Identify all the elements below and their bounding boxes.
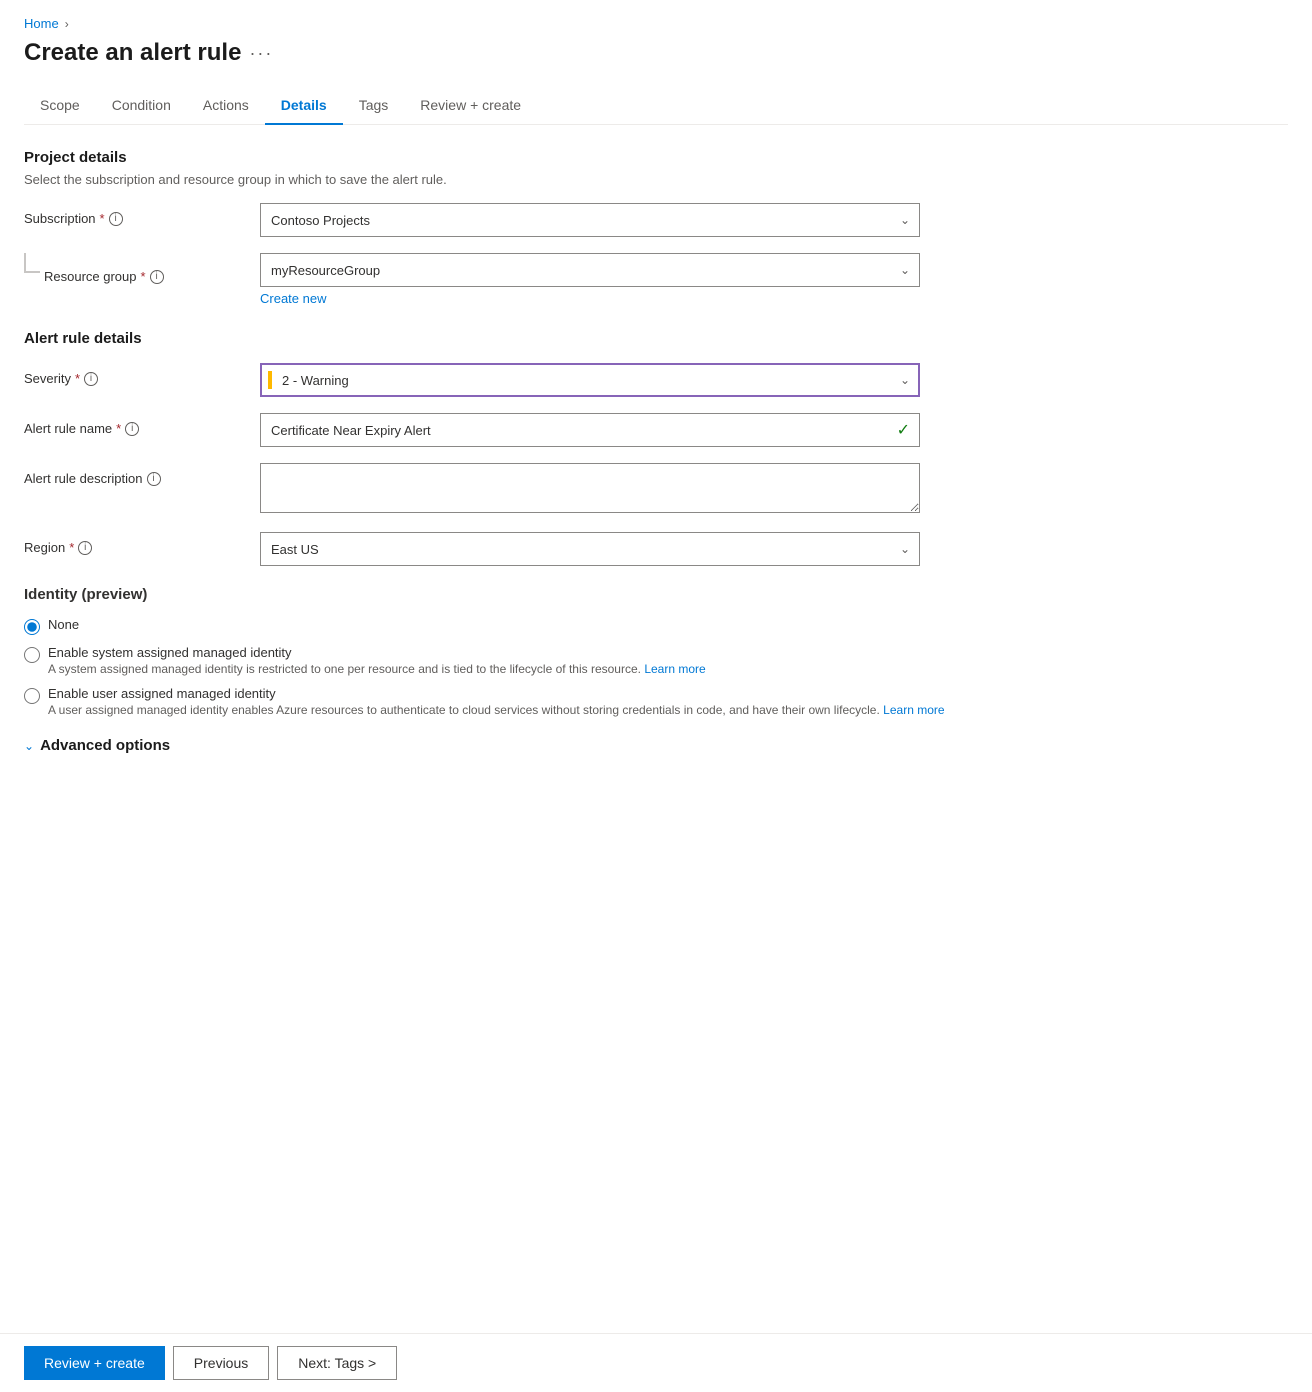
- identity-system-radio[interactable]: [24, 647, 40, 663]
- severity-control: 2 - Warning 0 - Critical 1 - Error 3 - I…: [260, 363, 920, 397]
- subscription-select[interactable]: Contoso Projects: [260, 203, 920, 237]
- alert-rule-name-info-icon[interactable]: i: [125, 422, 139, 436]
- subscription-select-wrapper: Contoso Projects ⌄: [260, 203, 920, 237]
- resource-group-label-area: Resource group * i: [24, 253, 244, 284]
- subscription-row: Subscription * i Contoso Projects ⌄: [24, 203, 1288, 237]
- alert-rule-name-label: Alert rule name * i: [24, 413, 244, 436]
- identity-system-desc: A system assigned managed identity is re…: [48, 662, 706, 676]
- alert-rule-description-control: [260, 463, 920, 516]
- identity-none-radio[interactable]: [24, 619, 40, 635]
- project-details-title: Project details: [24, 149, 1288, 166]
- tab-scope[interactable]: Scope: [24, 87, 96, 125]
- breadcrumb: Home ›: [24, 16, 1288, 31]
- alert-rule-description-row: Alert rule description i: [24, 463, 1288, 516]
- identity-none-label-area: None: [48, 617, 79, 632]
- subscription-required: *: [100, 211, 105, 226]
- identity-user-learn-more-link[interactable]: Learn more: [883, 703, 944, 717]
- identity-section: Identity (preview) None Enable system as…: [24, 586, 1288, 717]
- resource-group-control: myResourceGroup ⌄ Create new: [260, 253, 920, 306]
- previous-button[interactable]: Previous: [173, 1346, 269, 1380]
- severity-info-icon[interactable]: i: [84, 372, 98, 386]
- footer: Review + create Previous Next: Tags >: [0, 1333, 1312, 1392]
- project-details-desc: Select the subscription and resource gro…: [24, 172, 1288, 187]
- create-new-link[interactable]: Create new: [260, 291, 326, 306]
- next-tags-button[interactable]: Next: Tags >: [277, 1346, 397, 1380]
- breadcrumb-separator: ›: [65, 17, 69, 31]
- advanced-options-label: Advanced options: [40, 737, 170, 754]
- region-label: Region * i: [24, 532, 244, 555]
- identity-none-item: None: [24, 617, 1288, 635]
- region-info-icon[interactable]: i: [78, 541, 92, 555]
- severity-required: *: [75, 371, 80, 386]
- resource-group-row: Resource group * i myResourceGroup ⌄ Cre…: [24, 253, 1288, 306]
- identity-radio-group: None Enable system assigned managed iden…: [24, 617, 1288, 717]
- alert-rule-name-required: *: [116, 421, 121, 436]
- page-title-area: Create an alert rule ···: [24, 39, 1288, 67]
- alert-rule-description-info-icon[interactable]: i: [147, 472, 161, 486]
- identity-system-label-area: Enable system assigned managed identity …: [48, 645, 706, 676]
- advanced-options-chevron-icon: ⌄: [24, 739, 34, 753]
- identity-user-item: Enable user assigned managed identity A …: [24, 686, 1288, 717]
- region-select[interactable]: East US: [260, 532, 920, 566]
- alert-rule-name-row: Alert rule name * i ✓: [24, 413, 1288, 447]
- severity-row: Severity * i 2 - Warning 0 - Critical 1 …: [24, 363, 1288, 397]
- resource-group-select-wrapper: myResourceGroup ⌄: [260, 253, 920, 287]
- region-row: Region * i East US ⌄: [24, 532, 1288, 566]
- tab-details[interactable]: Details: [265, 87, 343, 125]
- alert-rule-description-label: Alert rule description i: [24, 463, 244, 486]
- tab-tags[interactable]: Tags: [343, 87, 405, 125]
- alert-rule-details-section: Alert rule details Severity * i 2 - Warn…: [24, 330, 1288, 566]
- tab-condition[interactable]: Condition: [96, 87, 187, 125]
- resource-group-required: *: [141, 269, 146, 284]
- severity-select[interactable]: 2 - Warning 0 - Critical 1 - Error 3 - I…: [260, 363, 920, 397]
- region-required: *: [69, 540, 74, 555]
- identity-system-learn-more-link[interactable]: Learn more: [644, 662, 705, 676]
- subscription-info-icon[interactable]: i: [109, 212, 123, 226]
- identity-user-label-area: Enable user assigned managed identity A …: [48, 686, 945, 717]
- region-select-wrapper: East US ⌄: [260, 532, 920, 566]
- subscription-label: Subscription * i: [24, 203, 244, 226]
- project-details-section: Project details Select the subscription …: [24, 149, 1288, 306]
- advanced-options-toggle[interactable]: ⌄ Advanced options: [24, 737, 1288, 754]
- severity-select-wrapper: 2 - Warning 0 - Critical 1 - Error 3 - I…: [260, 363, 920, 397]
- identity-section-title: Identity (preview): [24, 586, 1288, 603]
- tab-actions[interactable]: Actions: [187, 87, 265, 125]
- resource-group-label: Resource group * i: [44, 261, 164, 284]
- indent-line: [24, 253, 40, 273]
- page-title: Create an alert rule: [24, 39, 241, 67]
- severity-label: Severity * i: [24, 363, 244, 386]
- resource-group-info-icon[interactable]: i: [150, 270, 164, 284]
- breadcrumb-home[interactable]: Home: [24, 16, 59, 31]
- identity-none-label: None: [48, 617, 79, 632]
- identity-user-desc: A user assigned managed identity enables…: [48, 703, 945, 717]
- alert-rule-details-title: Alert rule details: [24, 330, 1288, 347]
- resource-group-select[interactable]: myResourceGroup: [260, 253, 920, 287]
- alert-rule-name-check-icon: ✓: [897, 420, 910, 440]
- alert-rule-name-input[interactable]: [260, 413, 920, 447]
- region-control: East US ⌄: [260, 532, 920, 566]
- alert-rule-name-input-wrapper: ✓: [260, 413, 920, 447]
- alert-rule-name-control: ✓: [260, 413, 920, 447]
- identity-user-label: Enable user assigned managed identity: [48, 686, 945, 701]
- identity-system-item: Enable system assigned managed identity …: [24, 645, 1288, 676]
- page-title-more[interactable]: ···: [249, 43, 273, 64]
- subscription-control: Contoso Projects ⌄: [260, 203, 920, 237]
- tab-review-create[interactable]: Review + create: [404, 87, 537, 125]
- identity-user-radio[interactable]: [24, 688, 40, 704]
- alert-rule-description-textarea[interactable]: [260, 463, 920, 513]
- identity-system-label: Enable system assigned managed identity: [48, 645, 706, 660]
- review-create-button[interactable]: Review + create: [24, 1346, 165, 1380]
- tab-bar: Scope Condition Actions Details Tags Rev…: [24, 87, 1288, 125]
